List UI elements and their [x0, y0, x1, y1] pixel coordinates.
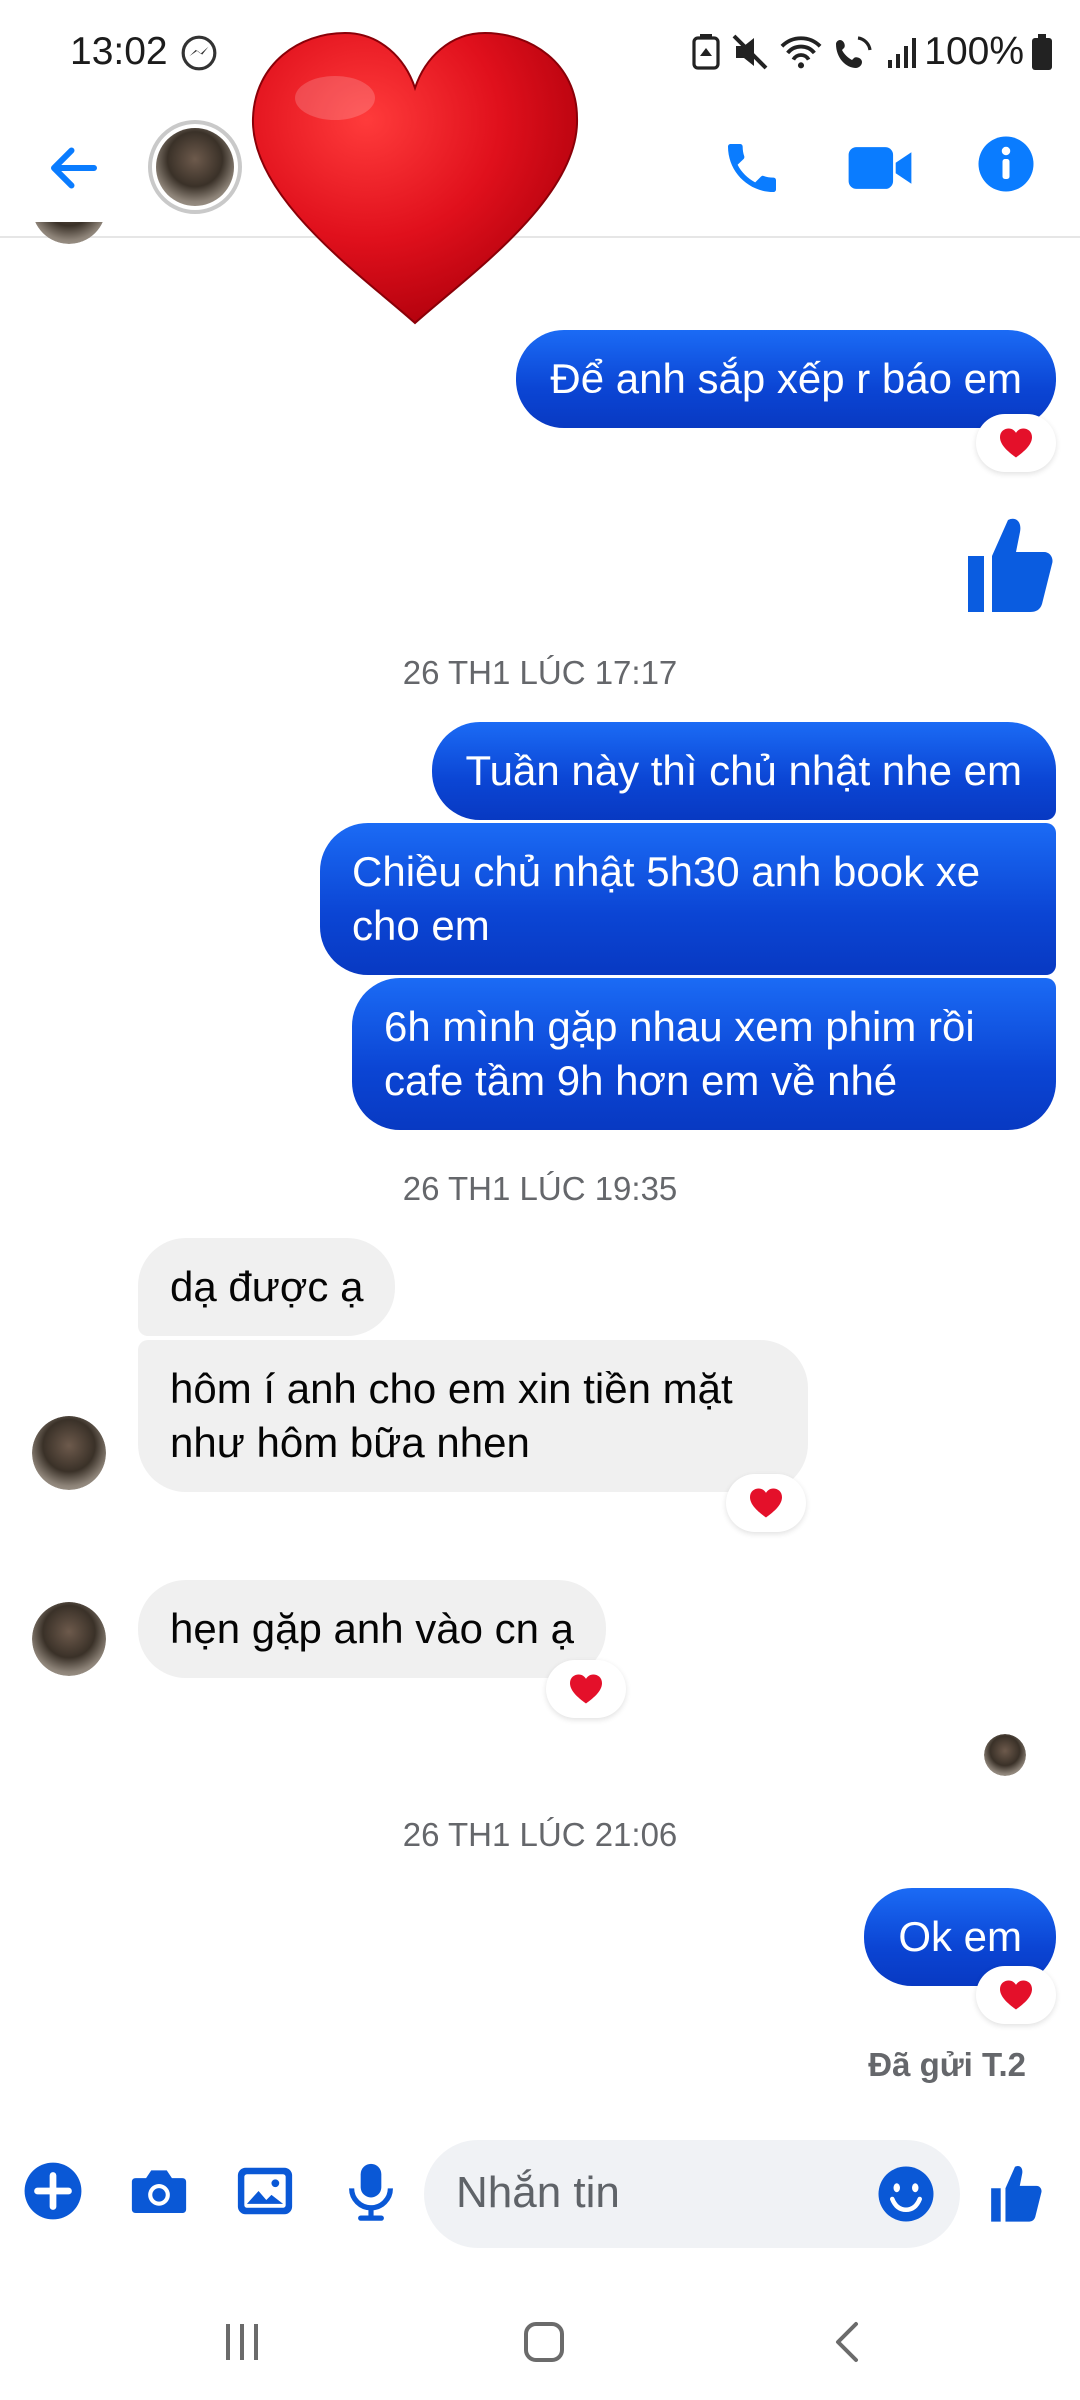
message-text-line: cafe tầm 9h hơn em về nhé	[384, 1057, 898, 1104]
battery-icon	[1032, 34, 1052, 70]
message-text: Ok em	[898, 1913, 1022, 1960]
outgoing-message[interactable]: Tuần này thì chủ nhật nhe em	[431, 722, 1056, 820]
timestamp: 26 TH1 LÚC 17:17	[402, 654, 678, 691]
back-arrow-icon[interactable]	[44, 138, 104, 198]
signal-icon	[888, 38, 916, 68]
message-text: Tuần này thì chủ nhật nhe em	[465, 747, 1022, 794]
heart-sticker	[251, 31, 579, 325]
composer: Nhắn tin	[0, 2110, 1080, 2280]
messenger-notification-icon	[181, 35, 217, 71]
microphone-icon[interactable]	[340, 2160, 402, 2222]
heart-icon	[1000, 1980, 1032, 2010]
timestamp: 26 TH1 LÚC 19:35	[402, 1170, 678, 1207]
phone-icon[interactable]	[720, 136, 784, 200]
contact-avatar[interactable]	[148, 120, 242, 214]
status-icons	[692, 34, 920, 70]
status-time: 13:02	[70, 30, 168, 73]
timestamp: 26 TH1 LÚC 21:06	[402, 1816, 678, 1853]
heart-reaction[interactable]	[546, 1660, 626, 1718]
seen-avatar	[984, 1734, 1026, 1776]
heart-icon	[570, 1674, 602, 1704]
heart-reaction[interactable]	[976, 414, 1056, 472]
image-icon[interactable]	[234, 2160, 296, 2222]
sent-status: Đã gửi T.2	[868, 2046, 1026, 2083]
wifi-calling-icon	[836, 36, 872, 68]
contact-avatar-small[interactable]	[32, 1602, 106, 1676]
back-nav-icon[interactable]	[824, 2318, 872, 2366]
heart-reaction[interactable]	[976, 1966, 1056, 2024]
info-icon[interactable]	[976, 134, 1036, 194]
incoming-message[interactable]: hẹn gặp anh vào cn ạ	[138, 1580, 607, 1678]
system-nav-bar	[0, 2280, 1080, 2400]
wifi-icon	[780, 36, 822, 69]
message-text-line: hôm í anh cho em xin tiền mặt	[170, 1365, 733, 1412]
battery-saver-icon	[692, 34, 720, 70]
home-icon[interactable]	[520, 2318, 568, 2366]
message-text-line: cho em	[352, 902, 490, 949]
battery-percent: 100%	[924, 30, 1024, 73]
outgoing-message[interactable]: 6h mình gặp nhau xem phim rồi cafe tầm 9…	[352, 978, 1056, 1130]
message-text: dạ được ạ	[170, 1263, 364, 1310]
incoming-message[interactable]: dạ được ạ	[138, 1238, 396, 1336]
message-input-placeholder: Nhắn tin	[456, 2168, 620, 2217]
contact-avatar-small[interactable]	[32, 1416, 106, 1490]
message-text-line: 6h mình gặp nhau xem phim rồi	[384, 1003, 975, 1050]
message-input[interactable]: Nhắn tin	[424, 2140, 960, 2248]
recent-apps-icon[interactable]	[218, 2318, 266, 2366]
outgoing-message[interactable]: Để anh sắp xếp r báo em	[516, 330, 1056, 428]
emoji-icon[interactable]	[876, 2164, 936, 2224]
message-text-line: Chiều chủ nhật 5h30 anh book xe	[352, 848, 981, 895]
message-text: Để anh sắp xếp r báo em	[550, 355, 1022, 402]
camera-icon[interactable]	[128, 2160, 190, 2222]
heart-reaction[interactable]	[726, 1474, 806, 1532]
outgoing-message[interactable]: Chiều chủ nhật 5h30 anh book xe cho em	[320, 823, 1056, 975]
message-text: hẹn gặp anh vào cn ạ	[170, 1605, 575, 1652]
plus-icon[interactable]	[22, 2160, 84, 2222]
video-camera-icon[interactable]	[846, 138, 914, 198]
thumbs-up-sticker[interactable]	[960, 512, 1056, 616]
thumbs-up-icon[interactable]	[984, 2162, 1046, 2224]
incoming-message[interactable]: hôm í anh cho em xin tiền mặt như hôm bữ…	[138, 1340, 808, 1492]
message-text-line: như hôm bữa nhen	[170, 1419, 530, 1466]
mute-icon	[732, 34, 768, 70]
heart-icon	[750, 1488, 782, 1518]
heart-icon	[1000, 428, 1032, 458]
